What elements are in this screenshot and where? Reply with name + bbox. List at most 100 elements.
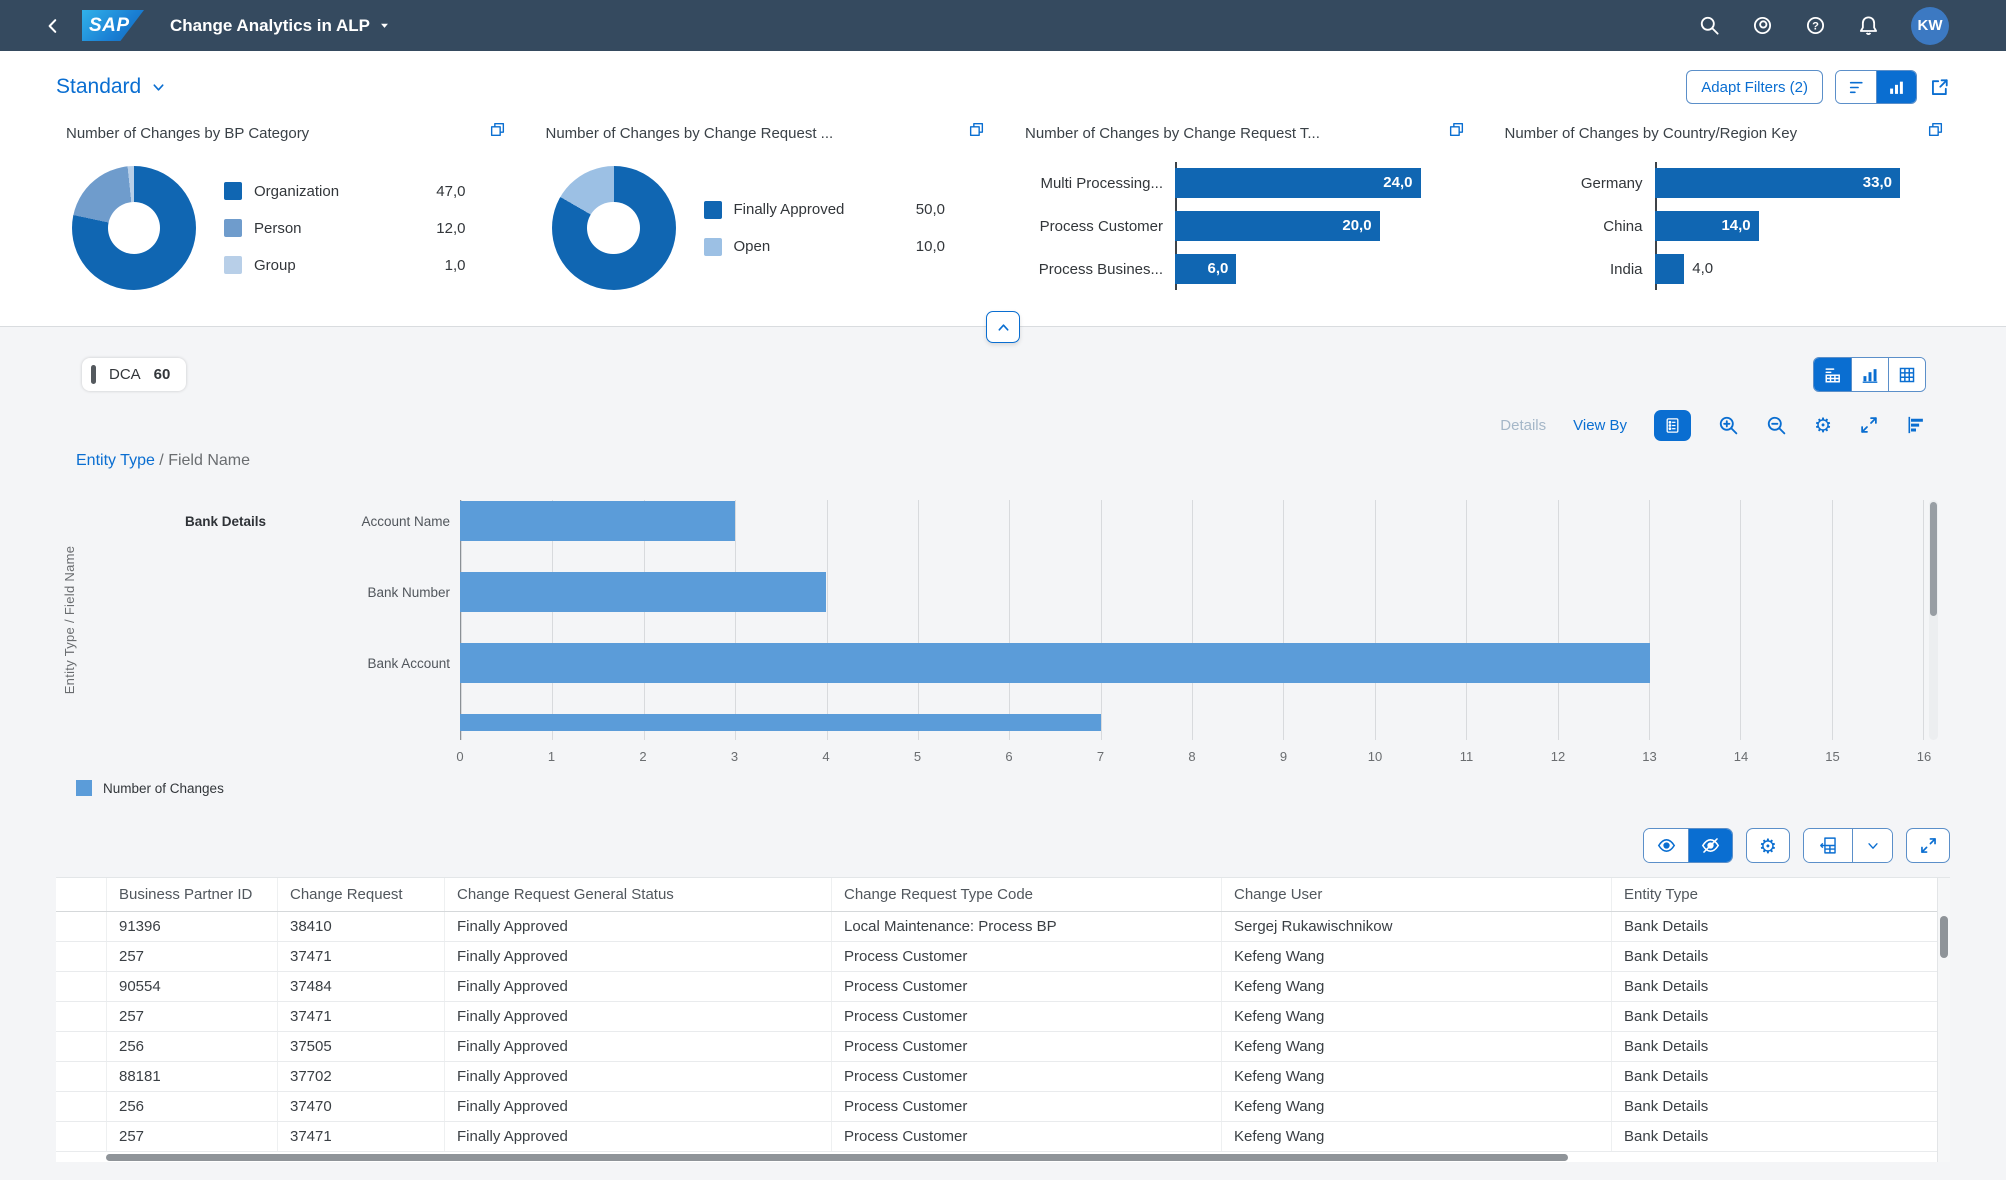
- bar[interactable]: 20,0: [1175, 211, 1380, 241]
- column-header[interactable]: Entity Type: [1611, 878, 1950, 911]
- row-selector[interactable]: [56, 1122, 106, 1151]
- filter-fields-view-button[interactable]: [1836, 71, 1876, 103]
- chart-type-button[interactable]: [1906, 415, 1926, 435]
- h-scrollbar-thumb[interactable]: [106, 1154, 1568, 1161]
- open-card-button[interactable]: [968, 121, 985, 138]
- cell-change-request-general-status: Finally Approved: [444, 1032, 831, 1061]
- bar-row: Process Customer 20,0: [1025, 211, 1421, 241]
- share-button[interactable]: [1929, 77, 1950, 98]
- table-settings-button[interactable]: ⚙: [1746, 828, 1790, 863]
- kpi-tag-accent: [91, 365, 96, 384]
- column-header[interactable]: Change User: [1221, 878, 1611, 911]
- x-tick-label: 14: [1733, 749, 1749, 764]
- cell-change-request: 37471: [277, 1122, 444, 1151]
- card-legend: Organization 47,0 Person 12,0 Group 1,0: [224, 182, 502, 274]
- bar-chart-icon: [1862, 368, 1878, 383]
- row-selector[interactable]: [56, 1002, 106, 1031]
- legend-item[interactable]: Organization 47,0: [224, 182, 466, 200]
- legend-item[interactable]: Finally Approved 50,0: [703, 200, 945, 219]
- x-tick-label: 8: [1188, 749, 1196, 764]
- row-selector[interactable]: [56, 1062, 106, 1091]
- legend-item[interactable]: Group 1,0: [224, 256, 466, 274]
- category-label: Bank Number: [367, 584, 450, 600]
- variant-selector[interactable]: Standard: [56, 75, 166, 99]
- bar[interactable]: 6,0: [1175, 254, 1237, 284]
- x-tick-label: 4: [822, 749, 830, 764]
- donut-chart[interactable]: [72, 166, 196, 290]
- kpi-tag-dca[interactable]: DCA 60: [82, 358, 187, 391]
- table-row[interactable]: 90554 37484 Finally Approved Process Cus…: [56, 972, 1950, 1002]
- export-split-button: [1803, 828, 1893, 863]
- bar[interactable]: 33,0: [1654, 168, 1900, 198]
- bar[interactable]: 4,0: [1654, 254, 1713, 284]
- bar[interactable]: 24,0: [1175, 168, 1421, 198]
- chart-settings-button[interactable]: ⚙: [1814, 415, 1832, 435]
- hybrid-view-button[interactable]: [1814, 358, 1851, 391]
- table-fullscreen-button[interactable]: [1906, 828, 1950, 863]
- table-row[interactable]: 257 37471 Finally Approved Process Custo…: [56, 1122, 1950, 1152]
- entity-type-link[interactable]: Entity Type: [76, 452, 155, 469]
- table-row[interactable]: 88181 37702 Finally Approved Process Cus…: [56, 1062, 1950, 1092]
- bar-value: 6,0: [1207, 260, 1229, 277]
- chart-bar[interactable]: [460, 501, 735, 541]
- bar-row: Germany 33,0: [1505, 168, 1900, 198]
- donut-chart[interactable]: [551, 166, 676, 290]
- open-card-button[interactable]: [1927, 121, 1944, 138]
- open-card-button[interactable]: [489, 121, 506, 138]
- v-scrollbar-thumb[interactable]: [1940, 916, 1948, 958]
- chart-bar[interactable]: [460, 714, 1101, 731]
- column-header[interactable]: Business Partner ID: [106, 878, 277, 911]
- hide-details-button[interactable]: [1688, 829, 1732, 862]
- column-header[interactable]: Change Request General Status: [444, 878, 831, 911]
- table-row[interactable]: 257 37471 Finally Approved Process Custo…: [56, 1002, 1950, 1032]
- chart-bar[interactable]: [460, 643, 1650, 683]
- chart-scrollbar-thumb[interactable]: [1930, 502, 1937, 616]
- help-button[interactable]: ?: [1805, 15, 1826, 36]
- legend-item[interactable]: Open 10,0: [703, 237, 945, 256]
- user-avatar[interactable]: KW: [1911, 6, 1949, 45]
- export-button[interactable]: [1804, 829, 1852, 862]
- zoom-out-button[interactable]: [1766, 415, 1787, 436]
- legend-item[interactable]: Person 12,0: [224, 219, 466, 237]
- column-header[interactable]: Change Request: [277, 878, 444, 911]
- legend-value: 10,0: [915, 238, 945, 255]
- chart-only-view-button[interactable]: [1851, 358, 1888, 391]
- column-header[interactable]: Change Request Type Code: [831, 878, 1221, 911]
- content-view-switch: [1813, 357, 1926, 392]
- zoom-in-button[interactable]: [1718, 415, 1739, 436]
- app-title-button[interactable]: Change Analytics in ALP: [170, 16, 390, 36]
- table-row[interactable]: 256 37505 Finally Approved Process Custo…: [56, 1032, 1950, 1062]
- table-row[interactable]: 91396 38410 Finally Approved Local Maint…: [56, 912, 1950, 942]
- adapt-filters-button[interactable]: Adapt Filters (2): [1686, 70, 1823, 104]
- row-selector[interactable]: [56, 942, 106, 971]
- back-button[interactable]: [44, 17, 62, 35]
- chart-view-button[interactable]: [1876, 71, 1916, 103]
- cell-change-request-general-status: Finally Approved: [444, 1002, 831, 1031]
- table-only-view-button[interactable]: [1888, 358, 1925, 391]
- export-menu-button[interactable]: [1852, 829, 1892, 862]
- collapse-header-button[interactable]: [986, 311, 1020, 343]
- sap-logo[interactable]: SAP: [82, 10, 144, 41]
- copilot-button[interactable]: [1752, 15, 1773, 36]
- cell-change-request-type-code: Process Customer: [831, 942, 1221, 971]
- chart-bar[interactable]: [460, 572, 826, 612]
- row-selector[interactable]: [56, 972, 106, 1001]
- chart-fullscreen-button[interactable]: [1859, 415, 1879, 435]
- legend-toggle-button[interactable]: [1654, 409, 1692, 441]
- show-details-button[interactable]: [1644, 829, 1688, 862]
- cell-change-request-general-status: Finally Approved: [444, 1122, 831, 1151]
- table-row[interactable]: 257 37471 Finally Approved Process Custo…: [56, 942, 1950, 972]
- open-card-button[interactable]: [1448, 121, 1465, 138]
- legend-value: 47,0: [436, 182, 466, 200]
- bar-track: 6,0: [1175, 254, 1421, 284]
- view-by-link[interactable]: View By: [1573, 417, 1627, 434]
- chevron-down-icon: [153, 83, 164, 91]
- table-row[interactable]: 256 37470 Finally Approved Process Custo…: [56, 1092, 1950, 1122]
- expand-icon: [1861, 417, 1877, 433]
- search-button[interactable]: [1699, 15, 1720, 36]
- row-selector[interactable]: [56, 912, 106, 941]
- row-selector[interactable]: [56, 1092, 106, 1121]
- bar[interactable]: 14,0: [1654, 211, 1759, 241]
- row-selector[interactable]: [56, 1032, 106, 1061]
- notifications-button[interactable]: [1858, 15, 1879, 36]
